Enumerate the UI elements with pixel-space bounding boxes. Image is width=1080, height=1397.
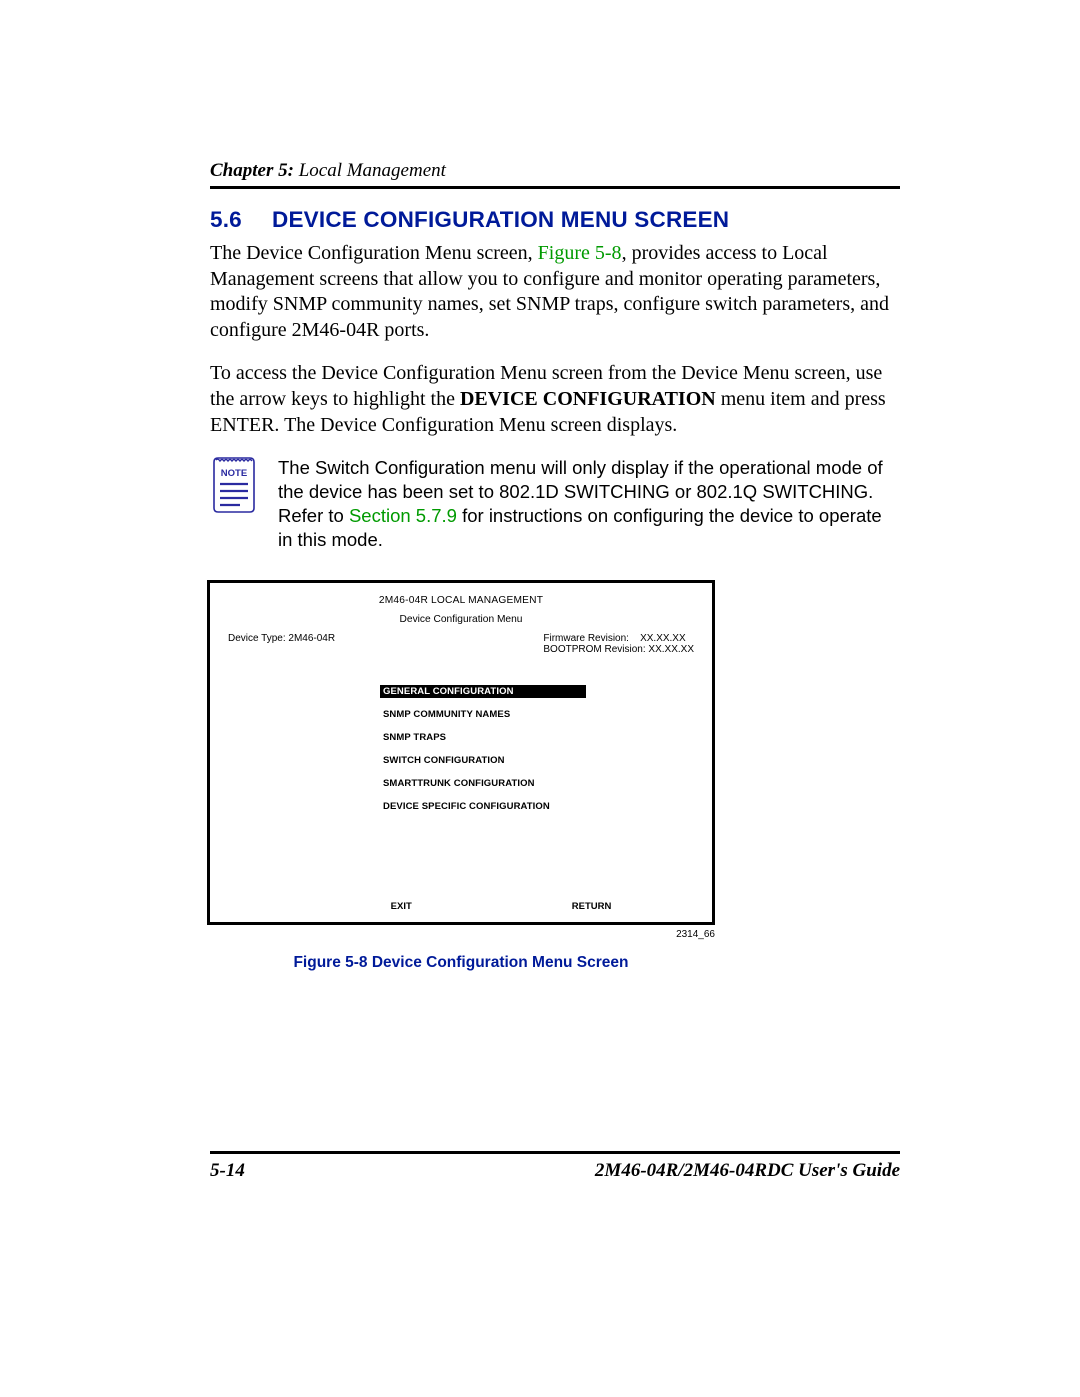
paragraph-2: To access the Device Configuration Menu … [210,361,900,438]
return-button[interactable]: RETURN [572,901,612,912]
section-number: 5.6 [210,207,272,233]
menu-item-device-specific-configuration[interactable]: DEVICE SPECIFIC CONFIGURATION [380,800,553,813]
page: Chapter 5: Local Management 5.6DEVICE CO… [0,0,1080,1397]
figure-link[interactable]: Figure 5-8 [538,242,622,264]
footer-rule [210,1151,900,1154]
terminal-figure: 2M46-04R LOCAL MANAGEMENT Device Configu… [207,580,900,972]
chapter-label: Chapter 5: [210,160,294,181]
chapter-title: Local Management [294,160,446,181]
terminal-subtitle: Device Configuration Menu [228,614,694,625]
para1-pre: The Device Configuration Menu screen, [210,242,538,264]
terminal-title: 2M46-04R LOCAL MANAGEMENT [228,595,694,606]
header-rule [210,186,900,189]
terminal-screen: 2M46-04R LOCAL MANAGEMENT Device Configu… [207,580,715,925]
guide-title: 2M46-04R/2M46-04RDC User's Guide [595,1160,900,1182]
menu-item-general-configuration[interactable]: GENERAL CONFIGURATION [380,685,586,698]
running-header: Chapter 5: Local Management [210,160,900,182]
menu-item-smarttrunk-configuration[interactable]: SMARTTRUNK CONFIGURATION [380,777,538,790]
section-title: DEVICE CONFIGURATION MENU SCREEN [272,207,729,232]
para2-bold: DEVICE CONFIGURATION [460,388,716,410]
firmware-revision: Firmware Revision: XX.XX.XX [543,633,694,644]
section-heading: 5.6DEVICE CONFIGURATION MENU SCREEN [210,207,900,233]
device-type-label: Device Type: 2M46-04R [228,633,335,655]
figure-id: 2314_66 [207,929,715,940]
page-footer: 5-14 2M46-04R/2M46-04RDC User's Guide [210,1151,900,1182]
exit-button[interactable]: EXIT [391,901,412,912]
note-block: NOTE The Switch Configuration menu will … [210,456,900,552]
note-label: NOTE [221,468,247,479]
menu-item-snmp-traps[interactable]: SNMP TRAPS [380,731,449,744]
paragraph-1: The Device Configuration Menu screen, Fi… [210,241,900,343]
note-icon: NOTE [210,456,258,519]
menu-item-switch-configuration[interactable]: SWITCH CONFIGURATION [380,754,508,767]
menu-item-snmp-community-names[interactable]: SNMP COMMUNITY NAMES [380,708,513,721]
section-link[interactable]: Section 5.7.9 [349,505,457,526]
figure-caption: Figure 5-8 Device Configuration Menu Scr… [207,954,715,972]
terminal-info-row: Device Type: 2M46-04R Firmware Revision:… [228,633,694,655]
terminal-footer: EXIT RETURN [228,901,694,914]
bootprom-revision: BOOTPROM Revision: XX.XX.XX [543,644,694,655]
note-text: The Switch Configuration menu will only … [278,456,900,552]
terminal-menu: GENERAL CONFIGURATION SNMP COMMUNITY NAM… [380,681,694,819]
page-number: 5-14 [210,1160,245,1182]
revision-block: Firmware Revision: XX.XX.XX BOOTPROM Rev… [543,633,694,655]
